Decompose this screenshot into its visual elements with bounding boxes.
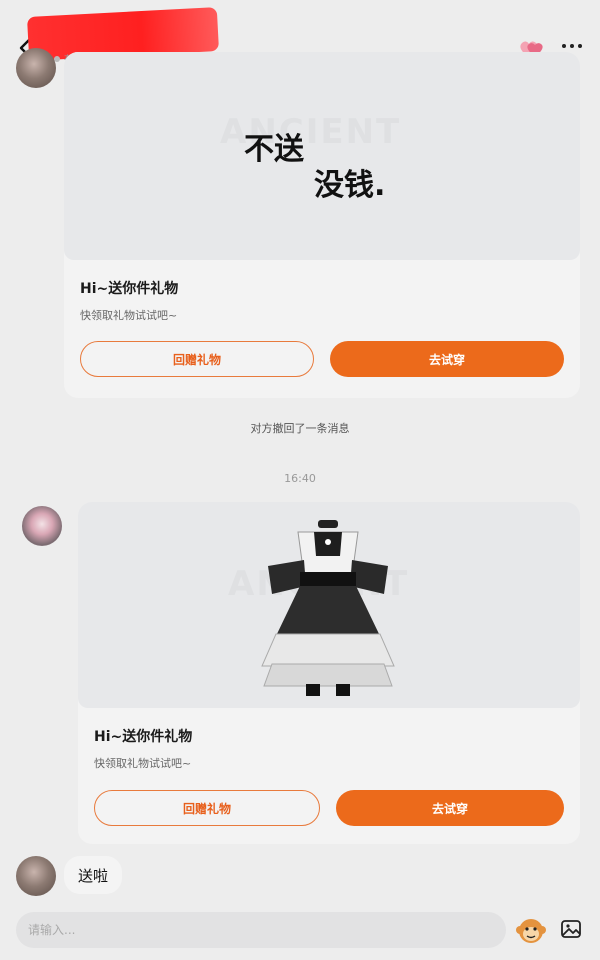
try-on-button[interactable]: 去试穿 — [330, 341, 564, 377]
return-gift-button[interactable]: 回赠礼物 — [94, 790, 320, 826]
avatar[interactable] — [22, 506, 62, 546]
gift-title: Hi~送你件礼物 — [94, 729, 193, 745]
message-bubble: 送啦 — [64, 856, 123, 894]
return-gift-button[interactable]: 回赠礼物 — [80, 341, 314, 377]
avatar[interactable] — [16, 856, 56, 896]
gift-image: ANCIENT — [78, 502, 580, 708]
gift-image: ANCIENT 不送 没钱. — [64, 52, 580, 260]
gift-description: 快领取礼物试试吧~ — [94, 757, 192, 770]
avatar[interactable] — [16, 48, 56, 88]
gift-card: ANCIENT Hi~送你件礼物 快领取礼物试试吧~ 回赠礼物 去试穿 — [78, 502, 580, 844]
input-bar — [0, 902, 600, 960]
sticker-text-line2: 没钱. — [314, 168, 386, 203]
recall-notice: 对方撤回了一条消息 — [250, 422, 350, 435]
message-timestamp: 16:40 — [284, 472, 316, 485]
gift-card: ANCIENT 不送 没钱. Hi~送你件礼物 快领取礼物试试吧~ 回赠礼物 去… — [64, 52, 580, 398]
gift-title: Hi~送你件礼物 — [80, 281, 179, 297]
monkey-emoji-icon[interactable] — [516, 916, 546, 946]
message-input[interactable] — [16, 912, 506, 948]
gift-description: 快领取礼物试试吧~ — [80, 309, 178, 322]
maid-dress-icon — [261, 520, 395, 696]
more-options-icon[interactable] — [562, 44, 582, 48]
sticker-text-line1: 不送 — [244, 132, 304, 167]
image-picker-icon[interactable] — [560, 918, 582, 940]
try-on-button[interactable]: 去试穿 — [336, 790, 564, 826]
